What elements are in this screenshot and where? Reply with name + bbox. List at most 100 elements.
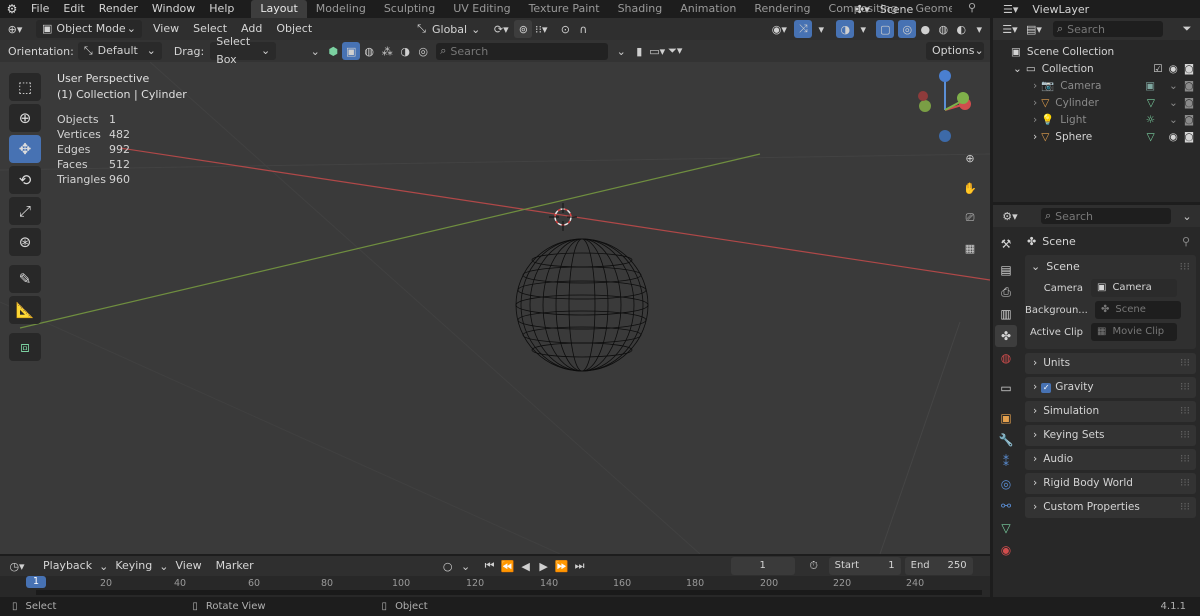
filter-icon[interactable]: ⏷ [1178,20,1196,38]
drag-handle-icon[interactable]: ⁝⁝⁝ [1180,425,1190,446]
output-tab-icon[interactable]: ⎙ [995,281,1017,303]
chevron-down-icon[interactable]: ⌄ [1178,207,1196,225]
physics-tab-icon[interactable]: ◎ [995,473,1017,495]
move-tool[interactable]: ✥ [9,135,41,163]
pin-icon[interactable]: ⚲ [968,1,976,14]
drag-handle-icon[interactable]: ⁝⁝⁝ [1180,401,1190,422]
active-clip-field[interactable]: ▦ Movie Clip [1091,323,1177,341]
pivot-icon[interactable]: ⟳▾ [492,20,510,38]
tree-row-scene-collection[interactable]: ▣ Scene Collection [993,44,1200,61]
modifier-tab-icon[interactable]: 🔧 [995,429,1017,451]
tree-row-cylinder[interactable]: › ▽ Cylinder ▽ ⌄ ◙ [993,95,1200,112]
eye-icon[interactable]: ⌄ [1169,112,1178,129]
grid-perspective-icon[interactable]: ▦ [958,236,982,260]
annotate-tool[interactable]: ✎ [9,265,41,293]
prev-keyframe-icon[interactable]: ⏪ [499,557,517,575]
render-camera-icon[interactable]: ◙ [1184,129,1194,146]
menu-edit[interactable]: Edit [56,0,91,18]
orientation-dropdown[interactable]: ⤡ Default ⌄ [77,42,162,60]
timeline-menu-keying[interactable]: Keying [108,557,159,575]
scene-panel-header[interactable]: ⌄ Scene ⁝⁝⁝ [1025,255,1196,277]
end-frame-field[interactable]: End 250 [904,557,973,575]
render-camera-icon[interactable]: ◙ [1184,61,1194,78]
select-mode-extend-icon[interactable]: ◍ [360,42,378,60]
3d-viewport[interactable]: ⊕▾ ▣ Object Mode ⌄ View Select Add Objec… [0,18,990,554]
select-tool[interactable]: ⬚ [9,73,41,101]
viewport-menu-view[interactable]: View [146,20,186,38]
background-scene-field[interactable]: ✤ Scene [1095,301,1181,319]
tree-row-camera[interactable]: › 📷 Camera ▣ ⌄ ◙ [993,78,1200,95]
blender-logo-icon[interactable]: ⚙ [0,2,24,16]
expand-chevron-icon[interactable]: ⌄ [1013,61,1022,78]
stopwatch-icon[interactable]: ⏱ [805,557,823,575]
display-mode-icon[interactable]: ▤▾ [1025,20,1043,38]
expand-chevron-icon[interactable]: › [1033,129,1037,146]
tab-uv-editing[interactable]: UV Editing [444,0,519,18]
tree-row-sphere[interactable]: › ▽ Sphere ▽ ◉ ◙ [993,129,1200,146]
stack-icon[interactable]: ▭▾ [648,42,666,60]
section-rigid-body-world[interactable]: › Rigid Body World ⁝⁝⁝ [1025,473,1196,494]
eye-icon[interactable]: ⌄ [1169,95,1178,112]
object-type-icon[interactable]: ⬢ [324,42,342,60]
menu-help[interactable]: Help [202,0,241,18]
editor-type-icon[interactable]: ⊕▾ [6,20,24,38]
outliner-editor-icon[interactable]: ☰▾ [1001,20,1019,38]
autokey-dropdown-icon[interactable]: ⌄ [457,557,475,575]
play-reverse-icon[interactable]: ◀ [517,557,535,575]
tab-geometry[interactable]: Geomet [906,0,952,18]
timeline-menu-playback[interactable]: Playback [36,557,99,575]
dropdown-chevron-icon[interactable]: ⌄ [612,42,630,60]
checkbox-icon[interactable]: ☑ [1153,61,1162,78]
add-cube-tool[interactable]: ⧈ [9,333,41,361]
tab-layout[interactable]: Layout [251,0,307,18]
camera-field[interactable]: ▣ Camera [1091,279,1177,297]
section-gravity[interactable]: › ✓ Gravity ⁝⁝⁝ [1025,377,1196,398]
tab-shading[interactable]: Shading [609,0,672,18]
select-mode-intersect-icon[interactable]: ◎ [414,42,432,60]
collapse-chevron-icon[interactable]: ⌄ [306,42,324,60]
jump-end-icon[interactable]: ⏭ [571,557,589,575]
collection-tab-icon[interactable]: ▭ [995,377,1017,399]
next-keyframe-icon[interactable]: ⏩ [553,557,571,575]
shading-rendered-icon[interactable]: ◐ [952,20,970,38]
snap-icon[interactable]: ⊚ [514,20,533,38]
tab-modeling[interactable]: Modeling [307,0,375,18]
drag-handle-icon[interactable]: ⁝⁝⁝ [1180,473,1190,494]
viewlayer-selector[interactable]: ☰▾ ViewLayer [1003,0,1089,18]
world-tab-icon[interactable]: ◍ [995,347,1017,369]
tab-animation[interactable]: Animation [671,0,745,18]
section-simulation[interactable]: › Simulation ⁝⁝⁝ [1025,401,1196,422]
outliner-search-input[interactable]: ⌕ Search [1053,21,1163,37]
filter-icon[interactable]: ⏷▾ [666,42,684,60]
section-custom-properties[interactable]: › Custom Properties ⁝⁝⁝ [1025,497,1196,518]
data-tab-icon[interactable]: ▽ [995,517,1017,539]
timeline-menu-marker[interactable]: Marker [209,557,261,575]
record-icon[interactable]: ○ [439,557,457,575]
eye-icon[interactable]: ◉ [1169,61,1178,78]
particles-tab-icon[interactable]: ⁑ [995,451,1017,473]
pin-icon[interactable]: ⚲ [1182,235,1190,248]
proportional-edit-icon[interactable]: ⊙ [556,20,574,38]
expand-chevron-icon[interactable]: › [1033,112,1037,129]
timeline-scrollbar[interactable] [36,590,982,595]
camera-view-icon[interactable]: ⎚ [958,206,982,230]
measure-tool[interactable]: 📐 [9,296,41,324]
scene-tab-icon[interactable]: ✤ [995,325,1017,347]
xray-icon[interactable]: ▢ [876,20,895,38]
drag-dropdown[interactable]: Select Box ⌄ [210,35,277,66]
render-camera-icon[interactable]: ◙ [1184,78,1194,95]
start-frame-field[interactable]: Start 1 [828,557,901,575]
overlay-toggle-icon[interactable]: ◑ [836,20,855,38]
shading-material-icon[interactable]: ◍ [934,20,952,38]
constraints-tab-icon[interactable]: ⚯ [995,495,1017,517]
scale-tool[interactable]: ⤢ [9,197,41,225]
tab-sculpting[interactable]: Sculpting [375,0,444,18]
hand-pan-icon[interactable]: ✋ [958,176,982,200]
gizmo-dropdown-icon[interactable]: ▾ [812,20,830,38]
select-mode-invert-icon[interactable]: ◑ [396,42,414,60]
view-layer-tab-icon[interactable]: ▥ [995,303,1017,325]
current-frame-marker[interactable]: 1 [26,576,46,588]
tool-tab-icon[interactable]: ⚒ [995,233,1017,255]
section-keying-sets[interactable]: › Keying Sets ⁝⁝⁝ [1025,425,1196,446]
tree-row-light[interactable]: › 💡 Light ☼ ⌄ ◙ [993,112,1200,129]
